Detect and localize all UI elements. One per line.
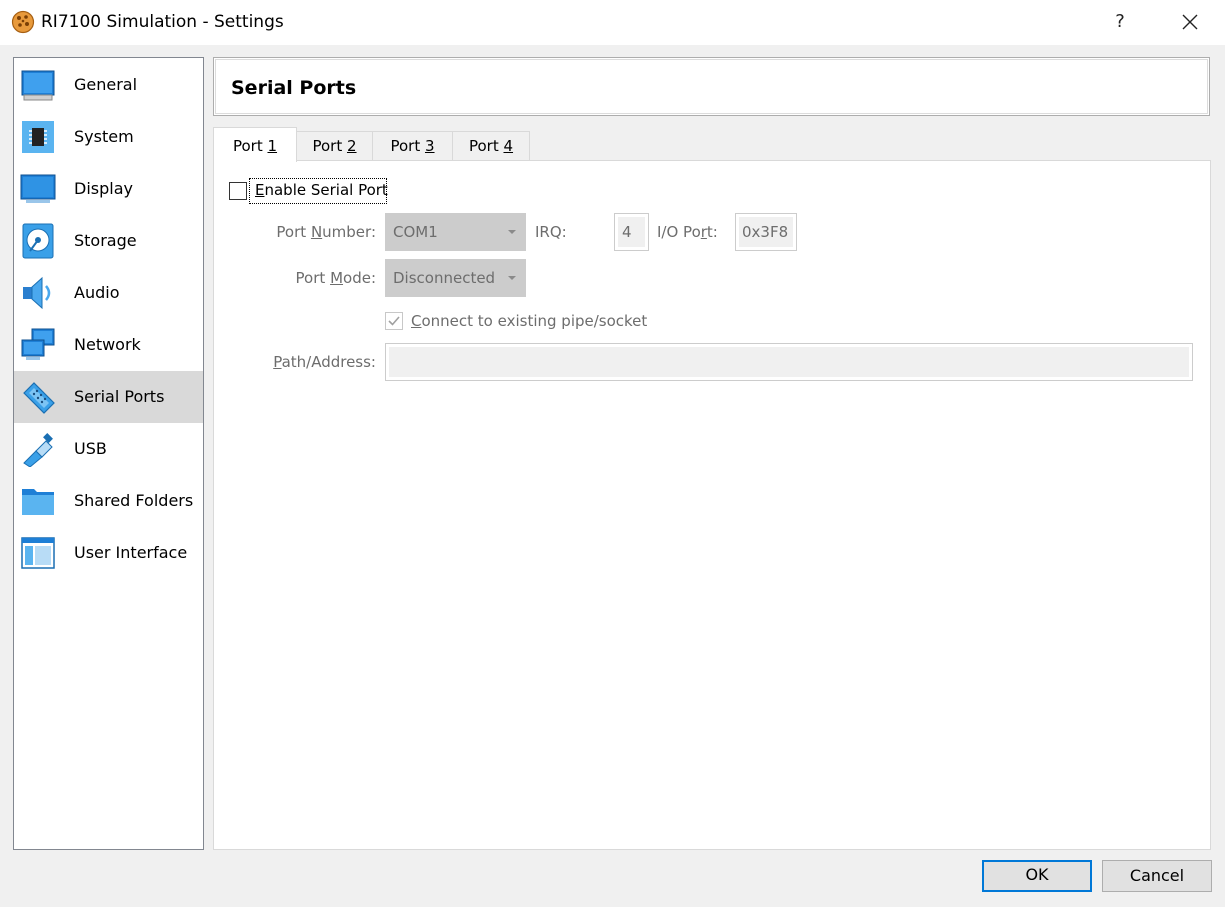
window-layout-icon	[21, 537, 55, 569]
sidebar-item-network[interactable]: Network	[14, 319, 203, 371]
sidebar-item-storage[interactable]: Storage	[14, 215, 203, 267]
sidebar-item-general[interactable]: General	[14, 59, 203, 111]
port-number-select[interactable]: COM1	[385, 213, 526, 251]
ok-button[interactable]: OK	[982, 860, 1092, 892]
enable-serial-port-checkbox[interactable]	[229, 182, 247, 200]
io-port-field[interactable]: 0x3F8	[735, 213, 797, 251]
connect-existing-checkbox[interactable]	[385, 312, 403, 330]
app-icon	[11, 10, 35, 34]
page-title: Serial Ports	[231, 77, 357, 99]
close-icon[interactable]	[1172, 8, 1208, 36]
sidebar-item-serial-ports[interactable]: Serial Ports	[14, 371, 203, 423]
tab-port-1[interactable]: Port 1	[213, 127, 297, 162]
cancel-button[interactable]: Cancel	[1102, 860, 1212, 892]
sidebar-item-label: Shared Folders	[74, 491, 194, 510]
port-mode-label: Port Mode:	[295, 269, 376, 287]
sidebar-item-audio[interactable]: Audio	[14, 267, 203, 319]
sidebar-item-label: General	[74, 75, 138, 94]
sidebar-item-label: USB	[74, 439, 107, 458]
irq-label: IRQ:	[535, 223, 567, 241]
network-icon	[21, 328, 55, 360]
tab-port-3[interactable]: Port 3	[372, 131, 453, 161]
chip-icon	[22, 121, 54, 153]
chevron-down-icon	[508, 276, 516, 280]
port-number-label: Port Number:	[276, 223, 376, 241]
sidebar-item-usb[interactable]: USB	[14, 423, 203, 475]
chevron-down-icon	[508, 230, 516, 234]
path-address-field[interactable]	[385, 343, 1193, 381]
sidebar-item-label: Serial Ports	[74, 387, 165, 406]
speaker-icon	[23, 276, 51, 310]
sidebar-item-label: Network	[74, 335, 141, 354]
io-port-label: I/O Port:	[657, 223, 718, 241]
sidebar-item-shared-folders[interactable]: Shared Folders	[14, 475, 203, 527]
sidebar-item-display[interactable]: Display	[14, 163, 203, 215]
usb-icon	[23, 433, 53, 467]
serial-connector-icon	[23, 382, 55, 414]
tab-panel-port-1	[213, 160, 1211, 850]
sidebar-item-system[interactable]: System	[14, 111, 203, 163]
checkmark-icon	[388, 316, 400, 326]
enable-serial-port-label[interactable]: Enable Serial Port	[249, 178, 388, 204]
sidebar-item-user-interface[interactable]: User Interface	[14, 527, 203, 579]
title-bar: RI7100 Simulation - Settings ?	[0, 0, 1225, 45]
connect-existing-label[interactable]: Connect to existing pipe/socket	[411, 312, 647, 330]
folder-icon	[22, 489, 54, 515]
window-title: RI7100 Simulation - Settings	[41, 12, 284, 32]
tab-port-2[interactable]: Port 2	[296, 131, 373, 161]
sidebar-item-label: Storage	[74, 231, 137, 250]
disk-icon	[22, 223, 54, 259]
path-address-label: Path/Address:	[273, 353, 376, 371]
tab-port-4[interactable]: Port 4	[452, 131, 530, 161]
sidebar-item-label: Display	[74, 179, 133, 198]
sidebar-item-label: System	[74, 127, 134, 146]
port-mode-select[interactable]: Disconnected	[385, 259, 526, 297]
sidebar-item-label: Audio	[74, 283, 120, 302]
irq-field[interactable]: 4	[614, 213, 649, 251]
page-header: Serial Ports	[213, 57, 1210, 116]
settings-category-list: General System Display Storage Audio Net…	[13, 57, 204, 850]
help-button[interactable]: ?	[1108, 8, 1132, 36]
sidebar-item-label: User Interface	[74, 543, 188, 562]
monitor-icon	[20, 174, 56, 203]
general-icon	[21, 70, 55, 101]
